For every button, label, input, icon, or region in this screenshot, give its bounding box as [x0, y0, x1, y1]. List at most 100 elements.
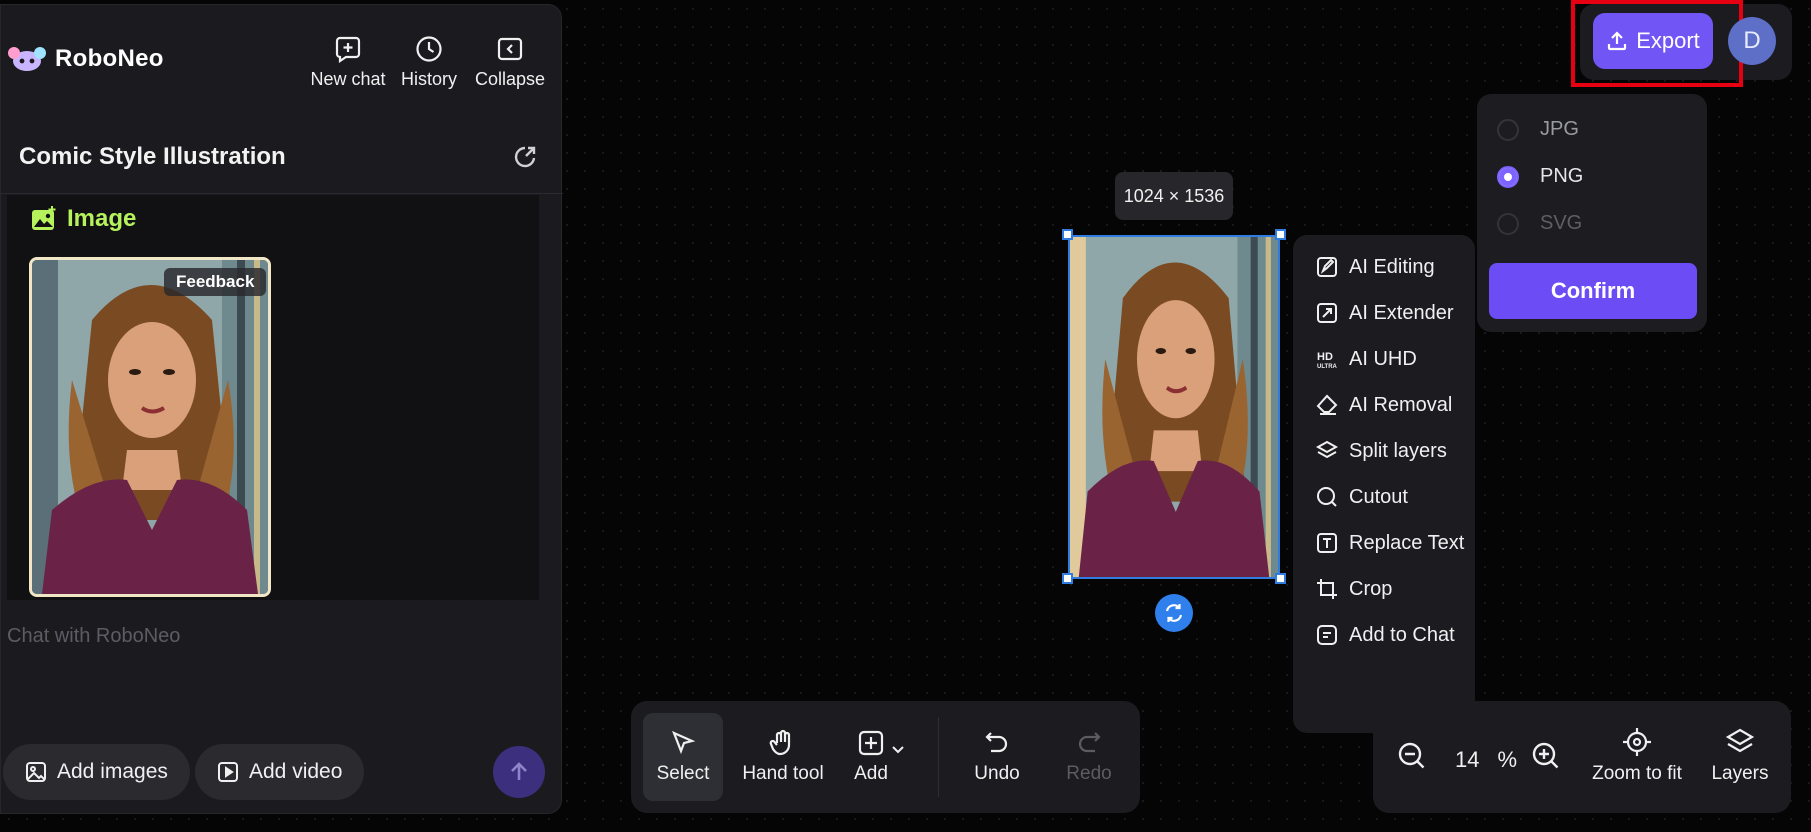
add-images-label: Add images — [57, 760, 168, 783]
menu-item-crop[interactable]: Crop — [1315, 577, 1392, 601]
chevron-down-icon — [891, 743, 905, 757]
brand-name: RoboNeo — [55, 45, 164, 72]
history-icon — [415, 35, 443, 63]
image-icon — [31, 206, 57, 232]
menu-item-ai-extender[interactable]: AI Extender — [1315, 301, 1454, 325]
redo-label: Redo — [1066, 763, 1112, 784]
zoom-level[interactable]: 14 % — [1455, 747, 1517, 773]
dimension-tag: 1024 × 1536 — [1115, 172, 1233, 220]
menu-label-crop: Crop — [1349, 577, 1393, 600]
toolbar-divider — [938, 717, 939, 797]
menu-item-add-to-chat[interactable]: Add to Chat — [1315, 623, 1455, 647]
image-upload-icon — [25, 761, 47, 783]
send-button[interactable] — [493, 746, 545, 798]
new-chat-button[interactable]: New chat — [303, 35, 393, 90]
roboneo-logo-icon — [7, 45, 47, 73]
radio-svg[interactable] — [1497, 212, 1519, 235]
canvas-portrait-illustration — [1070, 237, 1278, 577]
zoom-in-button[interactable] — [1531, 741, 1561, 771]
hd-icon: HD ULTRA — [1315, 347, 1339, 371]
chat-add-icon — [1315, 623, 1339, 647]
svg-text:HD: HD — [1317, 351, 1333, 363]
collapse-button[interactable]: Collapse — [465, 35, 555, 90]
redo-button[interactable]: Redo — [1049, 713, 1129, 801]
share-arrow-icon — [511, 143, 539, 171]
brand[interactable]: RoboNeo — [7, 45, 164, 73]
feedback-button[interactable]: Feedback — [164, 268, 267, 296]
expand-icon — [1315, 301, 1339, 325]
menu-item-split-layers[interactable]: Split layers — [1315, 439, 1447, 463]
chat-input[interactable]: Chat with RoboNeo — [7, 625, 180, 648]
menu-item-ai-removal[interactable]: AI Removal — [1315, 393, 1452, 417]
header-divider — [1, 193, 563, 194]
avatar[interactable]: D — [1728, 17, 1776, 65]
layers-button[interactable]: Layers — [1705, 727, 1775, 785]
resize-handle-top-left[interactable] — [1062, 229, 1073, 240]
history-label: History — [400, 69, 457, 89]
layers-label: Layers — [1711, 763, 1769, 784]
undo-icon — [983, 729, 1011, 757]
share-button[interactable] — [511, 143, 539, 171]
layers-icon — [1725, 727, 1755, 757]
format-option-svg[interactable]: SVG — [1497, 212, 1582, 235]
portrait-illustration — [32, 260, 268, 594]
svg-text:ULTRA: ULTRA — [1317, 364, 1338, 370]
zoom-out-icon — [1397, 741, 1427, 771]
collapse-icon — [496, 35, 524, 63]
resize-handle-top-right[interactable] — [1275, 229, 1286, 240]
undo-label: Undo — [974, 763, 1020, 784]
format-option-png[interactable]: PNG — [1497, 165, 1583, 188]
resize-handle-bottom-left[interactable] — [1062, 573, 1073, 584]
format-label-svg: SVG — [1540, 212, 1583, 234]
zoom-out-button[interactable] — [1397, 741, 1427, 771]
menu-label-cutout: Cutout — [1349, 485, 1408, 508]
format-label-jpg: JPG — [1540, 118, 1579, 140]
generated-image-thumbnail[interactable]: Feedback — [29, 257, 271, 597]
add-button[interactable]: Add — [841, 713, 921, 801]
resize-handle-bottom-right[interactable] — [1275, 573, 1286, 584]
menu-label-ai-removal: AI Removal — [1349, 393, 1453, 416]
menu-item-cutout[interactable]: Cutout — [1315, 485, 1408, 509]
video-icon — [217, 761, 239, 783]
menu-label-ai-editing: AI Editing — [1349, 255, 1435, 278]
eraser-icon — [1315, 393, 1339, 417]
radio-png[interactable] — [1497, 165, 1519, 188]
collapse-label: Collapse — [474, 69, 546, 89]
zoom-unit: % — [1497, 747, 1518, 772]
export-format-panel: JPG PNG SVG Confirm — [1477, 94, 1707, 332]
confirm-button[interactable]: Confirm — [1489, 263, 1697, 319]
history-button[interactable]: History — [384, 35, 474, 90]
crop-icon — [1315, 577, 1339, 601]
menu-label-split-layers: Split layers — [1349, 439, 1447, 462]
hand-tool-button[interactable]: Hand tool — [735, 713, 831, 801]
layers-stack-icon — [1315, 439, 1339, 463]
hand-tool-label: Hand tool — [742, 763, 824, 784]
undo-button[interactable]: Undo — [957, 713, 1037, 801]
select-tool-button[interactable]: Select — [643, 713, 723, 801]
menu-label-ai-extender: AI Extender — [1349, 301, 1454, 324]
radio-jpg[interactable] — [1497, 118, 1519, 141]
add-label: Add — [854, 763, 888, 784]
menu-item-ai-editing[interactable]: AI Editing — [1315, 255, 1435, 279]
add-images-button[interactable]: Add images — [3, 744, 190, 800]
menu-label-ai-uhd: AI UHD — [1349, 347, 1417, 370]
cutout-icon — [1315, 485, 1339, 509]
image-context-menu: AI Editing AI Extender HD ULTRA AI UHD AI… — [1293, 235, 1475, 733]
canvas-toolbar: Select Hand tool Add Undo Redo — [631, 701, 1140, 813]
plus-square-icon — [857, 729, 885, 757]
chat-title: Comic Style Illustration — [19, 143, 286, 170]
zoom-to-fit-button[interactable]: Zoom to fit — [1587, 727, 1687, 785]
canvas-image[interactable] — [1068, 235, 1280, 579]
menu-item-ai-uhd[interactable]: HD ULTRA AI UHD — [1315, 347, 1417, 371]
format-option-jpg[interactable]: JPG — [1497, 118, 1579, 141]
cursor-arrow-icon — [669, 729, 697, 757]
redo-icon — [1075, 729, 1103, 757]
zoom-to-fit-label: Zoom to fit — [1592, 763, 1682, 784]
new-chat-icon — [334, 35, 362, 63]
add-video-button[interactable]: Add video — [195, 744, 365, 800]
chat-panel: RoboNeo New chat History Collapse Comic … — [0, 4, 563, 814]
add-video-label: Add video — [249, 760, 343, 783]
refresh-icon — [1163, 602, 1185, 624]
rotate-button[interactable] — [1155, 594, 1193, 632]
menu-item-replace-text[interactable]: Replace Text — [1315, 531, 1464, 555]
